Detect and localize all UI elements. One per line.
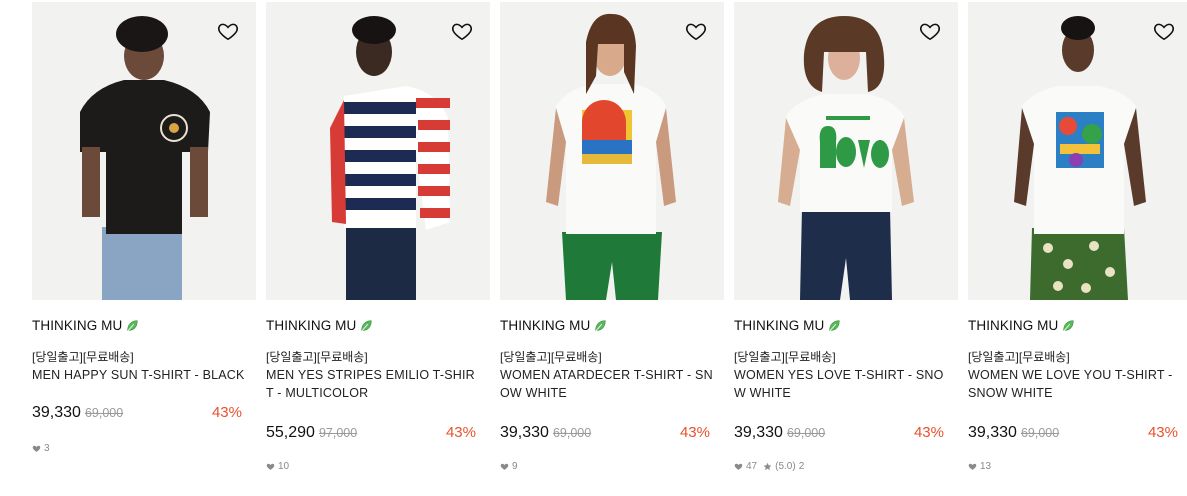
- brand-name[interactable]: THINKING MU: [266, 318, 356, 333]
- sale-price: 39,330: [500, 424, 549, 441]
- like-count-icon: [968, 463, 977, 470]
- like-count-icon: [734, 463, 743, 470]
- product-card[interactable]: THINKING MU [당일출고][무료배송] MEN YES STRIPES…: [266, 0, 490, 472]
- review-count: 2: [798, 461, 805, 472]
- brand-name[interactable]: THINKING MU: [734, 318, 824, 333]
- original-price: 69,000: [84, 406, 124, 420]
- product-image[interactable]: [734, 2, 958, 300]
- brand-row: THINKING MU: [968, 318, 1075, 333]
- brand-row: THINKING MU: [734, 318, 841, 333]
- sale-price: 39,330: [734, 424, 783, 441]
- like-count-icon: [500, 463, 509, 470]
- like-count: 3: [44, 443, 50, 454]
- wishlist-heart-icon[interactable]: [451, 20, 473, 42]
- rating-star-icon: [763, 462, 772, 471]
- brand-name[interactable]: THINKING MU: [500, 318, 590, 333]
- product-card[interactable]: THINKING MU [당일출고][무료배송] WOMEN YES LOVE …: [734, 0, 958, 472]
- brand-row: THINKING MU: [266, 318, 373, 333]
- brand-row: THINKING MU: [32, 318, 139, 333]
- like-count: 10: [278, 461, 290, 472]
- product-grid: THINKING MU [당일출고][무료배송] MEN HAPPY SUN T…: [0, 0, 1187, 496]
- discount-rate: 43%: [211, 404, 242, 421]
- like-count: 13: [980, 461, 992, 472]
- stats-row: 47 (5.0) 2: [734, 461, 804, 472]
- like-count-icon: [32, 445, 41, 452]
- product-title[interactable]: MEN YES STRIPES EMILIO T-SHIRT - MULTICO…: [266, 366, 482, 402]
- price-row: 39,330 69,000 43%: [32, 404, 242, 422]
- discount-rate: 43%: [679, 424, 710, 441]
- eco-leaf-icon: [595, 319, 606, 332]
- product-image[interactable]: [968, 2, 1187, 300]
- eco-leaf-icon: [829, 319, 840, 332]
- brand-row: THINKING MU: [500, 318, 607, 333]
- original-price: 97,000: [318, 426, 358, 440]
- promo-tag: [당일출고][무료배송]: [32, 350, 134, 364]
- brand-name[interactable]: THINKING MU: [32, 318, 122, 333]
- product-image[interactable]: [500, 2, 724, 300]
- discount-rate: 43%: [1147, 424, 1178, 441]
- product-title[interactable]: WOMEN YES LOVE T-SHIRT - SNOW WHITE: [734, 366, 950, 402]
- sale-price: 39,330: [32, 404, 81, 421]
- sale-price: 55,290: [266, 424, 315, 441]
- product-title[interactable]: MEN HAPPY SUN T-SHIRT - BLACK: [32, 366, 248, 384]
- like-count: 47: [746, 461, 758, 472]
- promo-tag: [당일출고][무료배송]: [734, 350, 836, 364]
- sale-price: 39,330: [968, 424, 1017, 441]
- original-price: 69,000: [552, 426, 592, 440]
- discount-rate: 43%: [445, 424, 476, 441]
- product-card[interactable]: THINKING MU [당일출고][무료배송] WOMEN ATARDECER…: [500, 0, 724, 472]
- price-row: 55,290 97,000 43%: [266, 424, 476, 442]
- rating-score: (5.0): [775, 461, 796, 472]
- brand-name[interactable]: THINKING MU: [968, 318, 1058, 333]
- product-card[interactable]: THINKING MU [당일출고][무료배송] MEN HAPPY SUN T…: [32, 0, 256, 454]
- wishlist-heart-icon[interactable]: [919, 20, 941, 42]
- product-title[interactable]: WOMEN ATARDECER T-SHIRT - SNOW WHITE: [500, 366, 716, 402]
- price-row: 39,330 69,000 43%: [968, 424, 1178, 442]
- like-count-icon: [266, 463, 275, 470]
- product-image[interactable]: [266, 2, 490, 300]
- discount-rate: 43%: [913, 424, 944, 441]
- promo-tag: [당일출고][무료배송]: [500, 350, 602, 364]
- wishlist-heart-icon[interactable]: [1153, 20, 1175, 42]
- stats-row: 10: [266, 461, 289, 472]
- eco-leaf-icon: [127, 319, 138, 332]
- wishlist-heart-icon[interactable]: [217, 20, 239, 42]
- price-row: 39,330 69,000 43%: [734, 424, 944, 442]
- wishlist-heart-icon[interactable]: [685, 20, 707, 42]
- price-row: 39,330 69,000 43%: [500, 424, 710, 442]
- stats-row: 3: [32, 443, 50, 454]
- stats-row: 13: [968, 461, 991, 472]
- promo-tag: [당일출고][무료배송]: [968, 350, 1070, 364]
- product-image[interactable]: [32, 2, 256, 300]
- original-price: 69,000: [786, 426, 826, 440]
- eco-leaf-icon: [361, 319, 372, 332]
- stats-row: 9: [500, 461, 518, 472]
- like-count: 9: [512, 461, 518, 472]
- promo-tag: [당일출고][무료배송]: [266, 350, 368, 364]
- product-card[interactable]: THINKING MU [당일출고][무료배송] WOMEN WE LOVE Y…: [968, 0, 1187, 472]
- original-price: 69,000: [1020, 426, 1060, 440]
- product-title[interactable]: WOMEN WE LOVE YOU T-SHIRT - SNOW WHITE: [968, 366, 1184, 402]
- eco-leaf-icon: [1063, 319, 1074, 332]
